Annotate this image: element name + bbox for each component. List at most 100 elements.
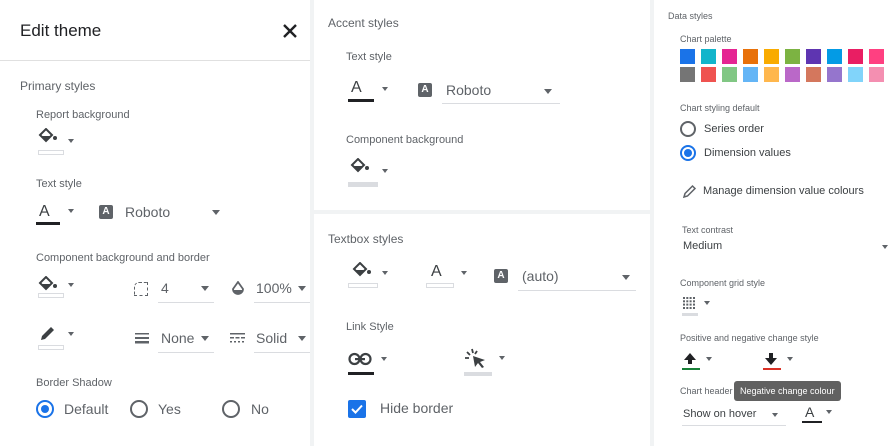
hide-border-checkbox[interactable]: Hide border: [348, 399, 478, 419]
color-preview: [38, 293, 64, 298]
chart-palette[interactable]: [680, 49, 892, 83]
palette-swatch[interactable]: [701, 67, 716, 82]
textbox-fill-button[interactable]: [348, 262, 394, 292]
text-color-button[interactable]: A: [36, 203, 80, 229]
change-style-label: Positive and negative change style: [680, 333, 819, 343]
palette-swatch[interactable]: [806, 49, 821, 64]
radio-selected-icon: [36, 400, 54, 418]
chart-header-value: Show on hover: [683, 408, 757, 420]
shadow-option-no[interactable]: No: [222, 399, 282, 421]
accent-component-fill-button[interactable]: [348, 158, 392, 190]
report-background-label: Report background: [36, 109, 130, 121]
hide-border-label: Hide border: [380, 400, 454, 416]
font-family-dropdown[interactable]: A Roboto: [96, 202, 226, 224]
border-weight-dropdown[interactable]: None: [134, 327, 214, 353]
chevron-down-icon: [787, 357, 793, 361]
chevron-down-icon: [212, 210, 220, 215]
chevron-down-icon: [298, 336, 306, 341]
palette-swatch[interactable]: [785, 49, 800, 64]
palette-swatch[interactable]: [785, 67, 800, 82]
shadow-option-label: No: [251, 401, 269, 417]
border-weight-value: None: [161, 330, 195, 346]
textbox-font-family-dropdown[interactable]: A (auto): [492, 264, 636, 292]
edit-theme-panel: Edit theme Primary styles Report backgro…: [0, 0, 310, 446]
chart-header-text-color-button[interactable]: A: [802, 404, 838, 426]
radio-unselected-icon: [130, 400, 148, 418]
palette-swatch[interactable]: [743, 67, 758, 82]
grid-style-button[interactable]: [682, 295, 718, 317]
palette-swatch[interactable]: [764, 49, 779, 64]
palette-swatch[interactable]: [680, 67, 695, 82]
fill-bucket-icon: [38, 276, 58, 292]
palette-swatch[interactable]: [701, 49, 716, 64]
styling-option-label: Dimension values: [704, 147, 791, 159]
radio-unselected-icon: [680, 121, 696, 137]
border-radius-value: 4: [161, 280, 169, 296]
close-icon[interactable]: [280, 21, 300, 41]
dropdown-underline: [682, 425, 786, 426]
chevron-down-icon: [704, 301, 710, 305]
border-style-dropdown[interactable]: Solid: [230, 327, 310, 353]
chevron-down-icon: [882, 245, 888, 249]
negative-change-color-button[interactable]: [763, 351, 799, 373]
dropdown-underline: [518, 290, 636, 291]
dropdown-underline: [254, 352, 310, 353]
radio-unselected-icon: [222, 400, 240, 418]
chevron-down-icon: [381, 357, 387, 361]
border-color-button[interactable]: [36, 326, 80, 354]
text-contrast-dropdown[interactable]: Medium: [682, 238, 892, 256]
shadow-option-label: Yes: [158, 401, 181, 417]
styling-option-series-order[interactable]: Series order: [680, 121, 840, 139]
opacity-dropdown[interactable]: 100%: [230, 278, 310, 303]
chart-header-label: Chart header: [680, 386, 733, 396]
shadow-option-default[interactable]: Default: [36, 399, 116, 421]
opacity-value: 100%: [256, 280, 292, 296]
chevron-down-icon: [622, 275, 630, 280]
palette-swatch[interactable]: [827, 49, 842, 64]
border-radius-dropdown[interactable]: 4: [134, 278, 214, 303]
chevron-down-icon: [706, 357, 712, 361]
link-color-button[interactable]: [348, 350, 392, 376]
palette-swatch[interactable]: [848, 49, 863, 64]
palette-swatch[interactable]: [869, 67, 884, 82]
checkbox-checked-icon: [348, 400, 366, 418]
text-contrast-value: Medium: [683, 240, 723, 252]
palette-swatch[interactable]: [764, 67, 779, 82]
positive-change-color-button[interactable]: [682, 351, 718, 373]
chevron-down-icon: [68, 209, 74, 213]
chevron-down-icon: [68, 332, 74, 336]
link-hover-color-button[interactable]: [464, 348, 508, 376]
accent-font-family-dropdown[interactable]: A Roboto: [416, 79, 560, 105]
palette-swatch[interactable]: [743, 49, 758, 64]
chart-styling-default-label: Chart styling default: [680, 103, 760, 113]
report-background-fill-button[interactable]: [36, 128, 80, 158]
negative-color-preview: [763, 368, 781, 370]
manage-dimension-colours-button[interactable]: Manage dimension value colours: [682, 183, 892, 201]
component-fill-button[interactable]: [36, 276, 80, 306]
font-icon: A: [418, 83, 432, 97]
shadow-option-label: Default: [64, 401, 109, 417]
palette-swatch[interactable]: [680, 49, 695, 64]
palette-swatch[interactable]: [722, 67, 737, 82]
color-preview: [38, 345, 64, 350]
text-color-icon: A: [805, 404, 815, 420]
chevron-down-icon: [68, 139, 74, 143]
textbox-text-color-button[interactable]: A: [426, 262, 472, 290]
chevron-down-icon: [298, 286, 306, 291]
accent-text-color-button[interactable]: A: [348, 79, 392, 105]
chart-header-dropdown[interactable]: Show on hover: [682, 405, 786, 426]
palette-swatch[interactable]: [869, 49, 884, 64]
textbox-styles-heading: Textbox styles: [328, 232, 404, 246]
palette-swatch[interactable]: [848, 67, 863, 82]
text-color-preview: [36, 222, 60, 225]
palette-swatch[interactable]: [806, 67, 821, 82]
palette-swatch[interactable]: [722, 49, 737, 64]
text-color-preview: [802, 421, 822, 423]
palette-swatch[interactable]: [827, 67, 842, 82]
chevron-down-icon: [826, 410, 832, 414]
chevron-down-icon: [499, 356, 505, 360]
accent-text-style-label: Text style: [346, 51, 392, 63]
shadow-option-yes[interactable]: Yes: [130, 399, 190, 421]
color-preview: [348, 283, 378, 288]
styling-option-dimension-values[interactable]: Dimension values: [680, 145, 840, 163]
